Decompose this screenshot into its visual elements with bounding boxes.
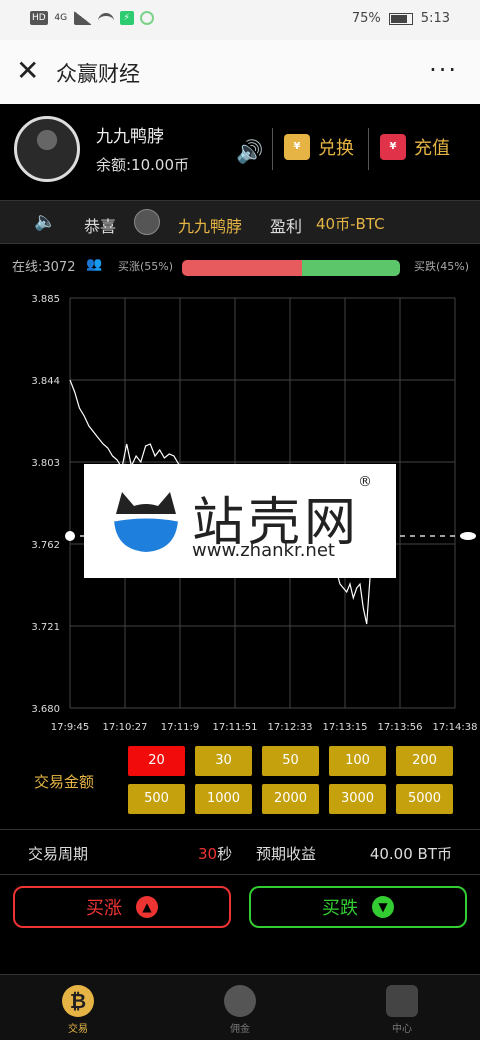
y-tick-label: 3.680 <box>31 704 60 715</box>
avatar[interactable] <box>14 116 80 182</box>
notice-amount: 40币-BTC <box>316 215 385 233</box>
expected-income-value: 40.00 BT币 <box>369 845 452 863</box>
bottom-tabbar: ₿ 交易 佣金 中心 <box>0 974 480 1040</box>
trade-amount-label: 交易金额 <box>34 773 95 791</box>
user-balance: 余额:10.00币 <box>96 156 189 174</box>
speaker-icon[interactable]: 🔊 <box>236 140 263 165</box>
x-tick-label: 17:11:9 <box>161 722 200 733</box>
divider <box>0 829 480 830</box>
x-tick-label: 17:9:45 <box>51 722 90 733</box>
user-header: 九九鸭脖 余额:10.00币 🔊 ¥ 兑换 ¥ 充值 <box>0 104 480 196</box>
x-tick-label: 17:11:51 <box>213 722 258 733</box>
network-type-label: 4G <box>54 13 68 23</box>
speaker-icon: 🔈 <box>34 211 57 232</box>
navbar: ✕ 众赢财经 ··· <box>0 40 480 104</box>
cat-logo-icon <box>113 492 179 552</box>
buy-up-label: 买涨 <box>86 898 122 919</box>
buy-down-label: 买跌 <box>322 898 358 919</box>
current-price-dot <box>65 531 75 541</box>
buy-up-button[interactable]: 买涨 ▲ <box>13 886 231 928</box>
notice-avatar <box>134 209 160 235</box>
tab-trade-label: 交易 <box>68 1024 88 1035</box>
buy-down-button[interactable]: 买跌 ▼ <box>249 886 467 928</box>
fall-fill <box>301 260 400 276</box>
chevron-up-icon: ▲ <box>136 896 158 918</box>
x-tick-label: 17:10:27 <box>103 722 148 733</box>
notice-congrats: 恭喜 <box>84 217 117 236</box>
wifi-icon <box>97 13 114 23</box>
amount-options: 20 30 50 100 200 500 1000 2000 3000 5000 <box>128 746 458 814</box>
y-tick-label: 3.885 <box>31 294 60 305</box>
exchange-icon: ¥ <box>284 134 310 160</box>
y-tick-label: 3.762 <box>31 540 60 551</box>
divider <box>368 128 369 170</box>
notice-user-name: 九九鸭脖 <box>178 217 243 236</box>
battery-icon <box>388 12 413 25</box>
tab-center-label: 中心 <box>392 1024 412 1035</box>
amount-option[interactable]: 5000 <box>396 784 453 814</box>
amount-option[interactable]: 20 <box>128 746 185 776</box>
online-count: 在线:3072 <box>12 260 76 275</box>
page-title: 众赢财经 <box>56 62 140 86</box>
tab-commission[interactable]: 佣金 <box>200 985 280 1035</box>
watermark-url: www.zhankr.net <box>192 540 335 561</box>
notice-profit-label: 盈利 <box>270 217 303 236</box>
winner-notice: 🔈 恭喜 九九鸭脖 盈利 40币-BTC <box>0 200 480 244</box>
hd-icon: HD <box>30 11 48 25</box>
tab-commission-label: 佣金 <box>230 1024 250 1035</box>
trade-period-label: 交易周期 <box>28 845 89 863</box>
battery-percent: 75% <box>351 11 381 26</box>
y-tick-label: 3.844 <box>31 376 60 387</box>
bitcoin-icon: ₿ <box>62 985 94 1017</box>
app-notification-icon <box>139 11 154 25</box>
coins-icon <box>224 985 256 1017</box>
y-tick-label: 3.721 <box>31 622 60 633</box>
amount-option[interactable]: 3000 <box>329 784 386 814</box>
x-tick-label: 17:14:38 <box>433 722 478 733</box>
amount-option[interactable]: 1000 <box>195 784 252 814</box>
rise-ratio-label: 买涨(55%) <box>118 260 174 273</box>
registered-mark: ® <box>358 474 372 490</box>
more-icon[interactable]: ··· <box>429 56 458 84</box>
divider <box>272 128 273 170</box>
users-icon: 👥 <box>86 257 103 272</box>
current-price-marker <box>460 532 476 540</box>
x-tick-label: 17:12:33 <box>268 722 313 733</box>
divider <box>0 874 480 875</box>
tab-center[interactable]: 中心 <box>362 985 442 1035</box>
trade-period-value: 30秒 <box>198 845 233 863</box>
exchange-label: 兑换 <box>318 138 354 159</box>
amount-option[interactable]: 2000 <box>262 784 319 814</box>
tab-trade[interactable]: ₿ 交易 <box>38 985 118 1035</box>
clock: 5:13 <box>420 11 450 26</box>
y-tick-label: 3.803 <box>31 458 60 469</box>
x-tick-label: 17:13:15 <box>323 722 368 733</box>
status-bar: HD 4G ⚡ 75% 5:13 <box>0 0 480 40</box>
wallet-icon <box>386 985 418 1017</box>
expected-income-label: 预期收益 <box>256 845 317 863</box>
recharge-icon: ¥ <box>380 134 406 160</box>
amount-option[interactable]: 100 <box>329 746 386 776</box>
amount-option[interactable]: 200 <box>396 746 453 776</box>
amount-option[interactable]: 50 <box>262 746 319 776</box>
user-name: 九九鸭脖 <box>96 127 164 147</box>
sentiment-bar <box>182 260 400 276</box>
close-icon[interactable]: ✕ <box>16 56 40 86</box>
x-tick-label: 17:13:56 <box>378 722 423 733</box>
recharge-button[interactable]: ¥ 充值 <box>380 134 450 160</box>
fall-ratio-label: 买跌(45%) <box>414 260 470 273</box>
flash-icon: ⚡ <box>119 11 134 25</box>
amount-option[interactable]: 500 <box>128 784 185 814</box>
rise-fill <box>182 260 302 276</box>
exchange-button[interactable]: ¥ 兑换 <box>284 134 354 160</box>
chevron-down-icon: ▼ <box>372 896 394 918</box>
recharge-label: 充值 <box>414 138 450 159</box>
watermark: 站壳网 ® www.zhankr.net <box>84 464 396 578</box>
amount-option[interactable]: 30 <box>195 746 252 776</box>
signal-icon <box>73 11 92 25</box>
